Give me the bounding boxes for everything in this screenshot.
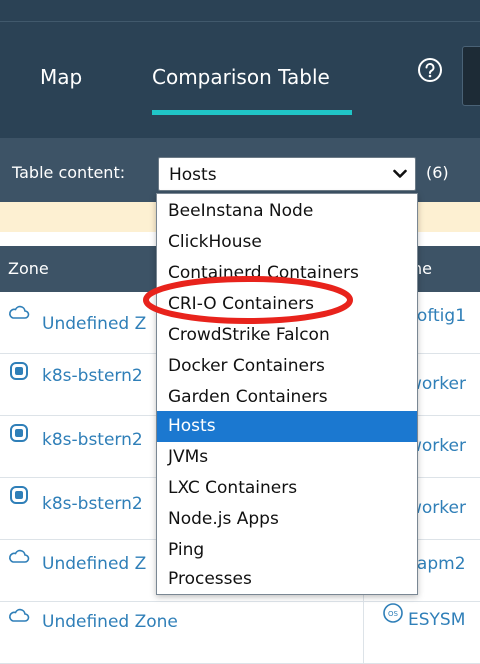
top-bar: [0, 0, 480, 22]
option-processes[interactable]: Processes: [157, 564, 417, 595]
row-zone-link[interactable]: Undefined Z: [42, 314, 146, 334]
table-content-label: Table content:: [12, 163, 126, 182]
row-zone-link[interactable]: k8s-bstern2: [42, 430, 143, 450]
table-content-dropdown: BeeInstana Node ClickHouse Containerd Co…: [156, 193, 418, 595]
active-tab-indicator: [152, 110, 352, 115]
row-name-link[interactable]: ESYSM: [408, 610, 465, 630]
option-docker-containers[interactable]: Docker Containers: [157, 351, 417, 382]
option-cri-o-containers[interactable]: CRI-O Containers: [157, 289, 417, 320]
select-value: Hosts: [169, 165, 217, 185]
row-zone-link[interactable]: k8s-bstern2: [42, 494, 143, 514]
result-count: (6): [426, 163, 449, 182]
option-lxc-containers[interactable]: LXC Containers: [157, 473, 417, 504]
kubernetes-icon: [10, 362, 28, 380]
option-hosts[interactable]: Hosts: [157, 411, 417, 442]
kubernetes-icon: [10, 486, 28, 504]
option-nodejs-apps[interactable]: Node.js Apps: [157, 504, 417, 535]
row-zone-link[interactable]: Undefined Zone: [42, 612, 178, 632]
cloud-icon: [9, 549, 30, 563]
kubernetes-icon: [10, 424, 28, 442]
option-ping[interactable]: Ping: [157, 535, 417, 566]
help-circle-icon[interactable]: [417, 57, 443, 83]
tab-comparison-table[interactable]: Comparison Table: [152, 65, 330, 89]
table-content-select[interactable]: Hosts: [158, 157, 416, 191]
option-clickhouse[interactable]: ClickHouse: [157, 227, 417, 258]
cloud-icon: [9, 608, 30, 622]
column-divider: [363, 602, 364, 664]
row-zone-link[interactable]: Undefined Z: [42, 554, 146, 574]
option-garden-containers[interactable]: Garden Containers: [157, 382, 417, 413]
table-row: Undefined Zone OS ESYSM: [0, 602, 480, 664]
option-crowdstrike-falcon[interactable]: CrowdStrike Falcon: [157, 320, 417, 351]
tab-map[interactable]: Map: [40, 65, 82, 89]
svg-text:OS: OS: [388, 610, 399, 618]
cloud-icon: [9, 305, 30, 319]
chevron-down-icon: [393, 169, 407, 178]
column-header-zone[interactable]: Zone: [8, 259, 49, 278]
os-icon: OS: [383, 603, 403, 623]
option-jvms[interactable]: JVMs: [157, 442, 417, 473]
option-containerd-containers[interactable]: Containerd Containers: [157, 258, 417, 289]
search-box[interactable]: [462, 46, 480, 106]
option-beeinstana-node[interactable]: BeeInstana Node: [157, 196, 417, 227]
row-zone-link[interactable]: k8s-bstern2: [42, 366, 143, 386]
